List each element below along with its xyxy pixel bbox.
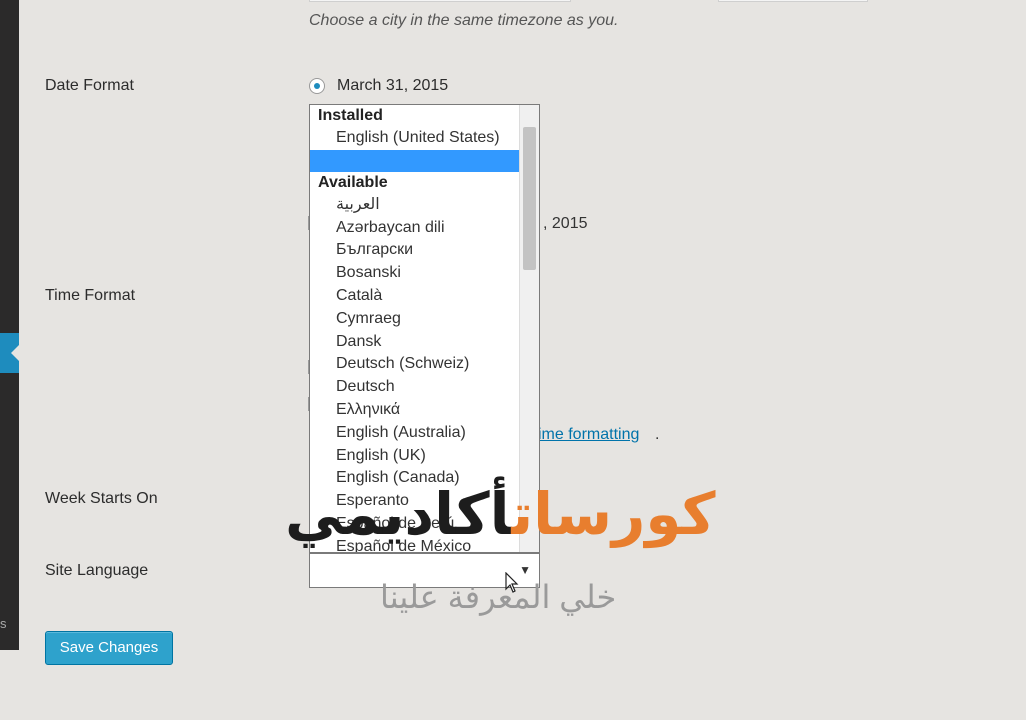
language-option[interactable]: Ελληνικά bbox=[310, 399, 520, 422]
timezone-select-secondary[interactable] bbox=[718, 0, 868, 2]
language-option[interactable]: Bosanski bbox=[310, 262, 520, 285]
sidebar-active-tab[interactable] bbox=[0, 333, 19, 373]
installed-group-label: Installed bbox=[318, 107, 383, 124]
language-option[interactable]: Български bbox=[310, 239, 520, 262]
language-option[interactable]: Català bbox=[310, 285, 520, 308]
sidebar-footer bbox=[0, 650, 19, 720]
watermark-title-dark: أكاديمي bbox=[285, 482, 512, 547]
timezone-select[interactable] bbox=[309, 0, 571, 2]
language-option[interactable]: English (United States) bbox=[310, 127, 520, 150]
chevron-down-icon[interactable]: ▼ bbox=[519, 563, 531, 577]
available-group-label: Available bbox=[318, 173, 388, 191]
week-starts-label: Week Starts On bbox=[45, 490, 158, 507]
watermark-logo: كورساتأكاديمي bbox=[285, 480, 715, 548]
save-changes-button[interactable]: Save Changes bbox=[45, 631, 173, 665]
radio-button[interactable] bbox=[309, 78, 325, 94]
date-format-option-partial: , 2015 bbox=[543, 215, 588, 232]
date-format-option[interactable]: March 31, 2015 bbox=[309, 77, 448, 95]
language-option[interactable]: Cymraeg bbox=[310, 308, 520, 331]
watermark-title-orange: كورسات bbox=[511, 482, 716, 547]
active-arrow-icon bbox=[11, 345, 19, 361]
date-format-label: Date Format bbox=[45, 77, 134, 94]
admin-sidebar: s bbox=[0, 0, 19, 720]
language-option[interactable]: Deutsch bbox=[310, 376, 520, 399]
language-option[interactable]: English (Australia) bbox=[310, 422, 520, 445]
date-format-option-label: March 31, 2015 bbox=[337, 77, 449, 94]
language-option[interactable]: English (UK) bbox=[310, 445, 520, 468]
time-format-label: Time Format bbox=[45, 287, 136, 304]
time-formatting-link[interactable]: ime formatting bbox=[538, 426, 639, 444]
radio-selected-dot bbox=[314, 83, 320, 89]
language-option[interactable]: العربية bbox=[310, 194, 520, 217]
sidebar-stub-text: s bbox=[0, 616, 7, 631]
time-link-period: . bbox=[655, 426, 660, 443]
timezone-hint: Choose a city in the same timezone as yo… bbox=[309, 12, 619, 29]
language-option[interactable]: Azərbaycan dili bbox=[310, 217, 520, 240]
scrollbar-thumb[interactable] bbox=[523, 127, 536, 270]
watermark-subtitle: خلي المعرفة علينا bbox=[380, 579, 617, 615]
language-option[interactable]: Deutsch (Schweiz) bbox=[310, 353, 520, 376]
language-option[interactable]: Dansk bbox=[310, 331, 520, 354]
language-option-selected[interactable] bbox=[310, 149, 520, 172]
site-language-label: Site Language bbox=[45, 562, 149, 579]
